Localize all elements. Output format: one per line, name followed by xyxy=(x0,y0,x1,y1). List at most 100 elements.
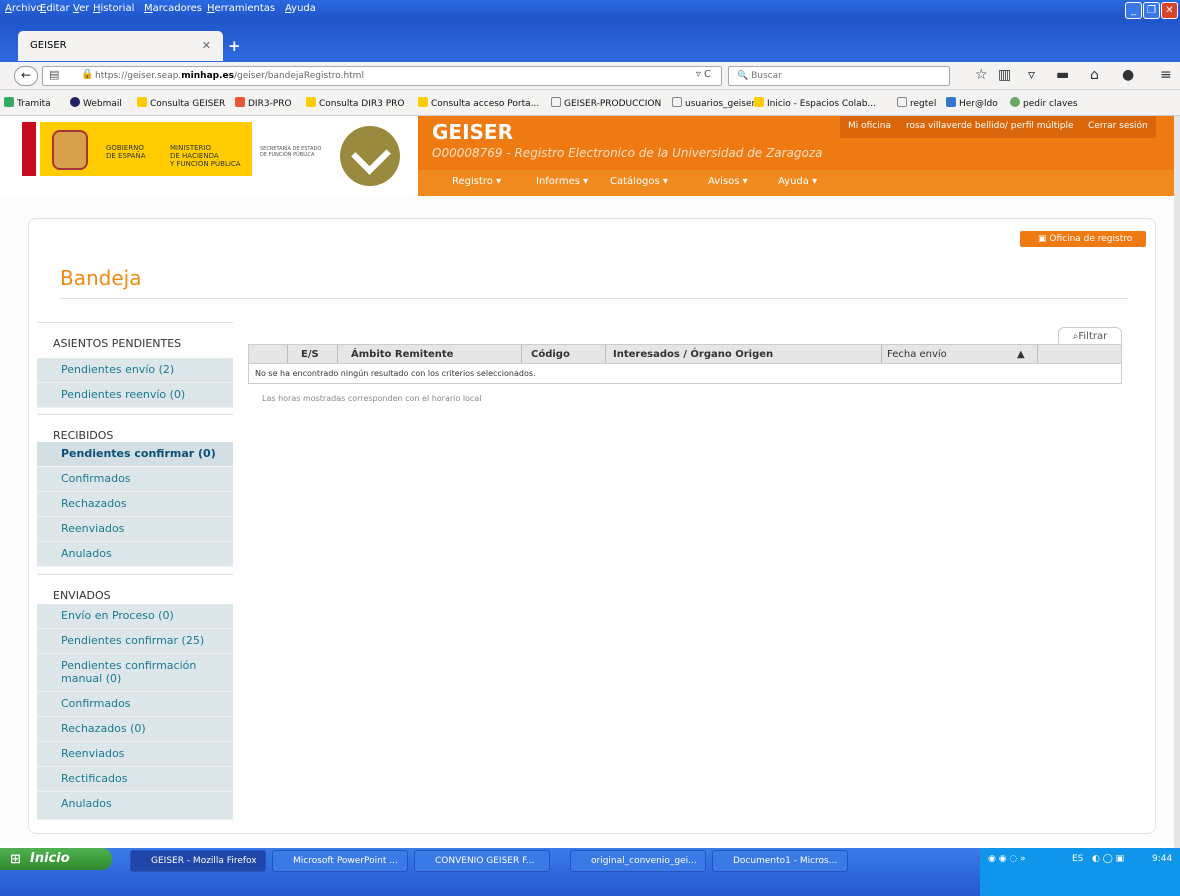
nav-catalogos[interactable]: Catálogos ▾ xyxy=(610,176,668,187)
bookmark-usuarios-geiser[interactable]: usuarios_geiser xyxy=(672,97,755,109)
clock[interactable]: 9:44 xyxy=(1152,854,1172,864)
back-icon[interactable]: ← xyxy=(14,66,38,86)
tray-app-icons[interactable]: ◉ ◉ ◌ » xyxy=(988,854,1026,864)
heraldo-icon xyxy=(946,97,956,107)
logout-button[interactable]: Cerrar sesión xyxy=(1080,116,1156,138)
sidebar-item-recibidos-anulados[interactable]: Anulados xyxy=(37,542,233,567)
bookmark-inicio-espacios[interactable]: Inicio - Espacios Colab... xyxy=(754,97,876,109)
bookmark-consulta-geiser[interactable]: Consulta GEISER xyxy=(137,97,225,109)
close-window-icon[interactable]: ✕ xyxy=(1161,2,1178,19)
bookmark-webmail[interactable]: Webmail xyxy=(70,97,122,109)
warning-icon xyxy=(235,97,245,107)
sidebar-item-recibidos-reenviados[interactable]: Reenviados xyxy=(37,517,233,542)
restore-icon[interactable]: ❐ xyxy=(1143,2,1160,19)
navigation-bar: ← ▤ 🔒 https://geiser.seap.minhap.es/geis… xyxy=(0,62,1180,90)
sidebar-item-enviados-reenviados[interactable]: Reenviados xyxy=(37,742,233,767)
page-info-icon[interactable]: ▤ xyxy=(49,68,59,81)
bookmark-consulta-acceso[interactable]: Consulta acceso Porta... xyxy=(418,97,539,109)
task-powerpoint[interactable]: Microsoft PowerPoint ... xyxy=(272,850,408,872)
search-placeholder: 🔍 Buscar xyxy=(737,71,782,81)
nav-registro[interactable]: Registro ▾ xyxy=(452,176,501,187)
title-divider xyxy=(60,298,1128,299)
download-icon[interactable]: ▬ xyxy=(1056,67,1069,83)
sidebar-item-recibidos-confirmados[interactable]: Confirmados xyxy=(37,467,233,492)
task-convenio[interactable]: CONVENIO GEISER F... xyxy=(414,850,550,872)
gov-icon xyxy=(137,97,147,107)
sidebar-item-envio-en-proceso[interactable]: Envío en Proceso (0) xyxy=(37,604,233,629)
new-tab-icon[interactable]: + xyxy=(228,37,241,55)
menu-marcadores[interactable]: Marcadores xyxy=(144,3,202,14)
sidebar-item-enviados-rechazados[interactable]: Rechazados (0) xyxy=(37,717,233,742)
nav-informes[interactable]: Informes ▾ xyxy=(536,176,588,187)
language-indicator[interactable]: ES xyxy=(1072,854,1083,864)
url-text: https://geiser.seap.minhap.es/geiser/ban… xyxy=(95,71,364,81)
sort-asc-icon[interactable]: ▲ xyxy=(1017,349,1025,360)
menu-historial[interactable]: Historial xyxy=(93,3,134,14)
reload-icon[interactable]: ▿ C xyxy=(696,69,711,80)
sidebar-item-enviados-anulados[interactable]: Anulados xyxy=(37,792,233,820)
chat-icon[interactable]: ● xyxy=(1122,67,1134,83)
library-icon[interactable]: ▥ xyxy=(998,67,1011,83)
windows-logo-icon: ⊞ xyxy=(10,852,21,867)
column-fecha-envio[interactable]: Fecha envío xyxy=(887,349,947,360)
start-button[interactable]: ⊞ Inicio xyxy=(0,848,112,870)
hamburger-menu-icon[interactable]: ≡ xyxy=(1160,67,1172,83)
pocket-icon[interactable]: ▿ xyxy=(1028,67,1035,83)
column-es[interactable]: E/S xyxy=(301,349,319,360)
browser-menubar: Archivo Editar Ver Historial Marcadores … xyxy=(0,0,1180,19)
page-title: Bandeja xyxy=(60,266,142,290)
bookmark-pedir-claves[interactable]: pedir claves xyxy=(1010,97,1078,109)
menu-ver[interactable]: Ver xyxy=(73,3,89,14)
filter-button[interactable]: ⌕Filtrar xyxy=(1058,327,1122,345)
column-interesados[interactable]: Interesados / Órgano Origen xyxy=(613,349,773,360)
task-original-convenio[interactable]: original_convenio_gei... xyxy=(570,850,706,872)
nav-ayuda[interactable]: Ayuda ▾ xyxy=(778,176,817,187)
sidebar-item-enviados-pendientes-confirmar[interactable]: Pendientes confirmar (25) xyxy=(37,629,233,654)
oficina-registro-button[interactable]: ▣ Oficina de registro xyxy=(1020,231,1146,247)
nav-avisos[interactable]: Avisos ▾ xyxy=(708,176,748,187)
menu-archivo[interactable]: Archivo xyxy=(5,3,42,14)
bookmark-consulta-dir3[interactable]: Consulta DIR3 PRO xyxy=(306,97,404,109)
task-firefox[interactable]: GEISER - Mozilla Firefox xyxy=(130,850,266,872)
sidebar-section-recibidos: RECIBIDOS xyxy=(37,414,233,444)
sidebar-section-asientos: ASIENTOS PENDIENTES xyxy=(37,322,233,352)
sidebar-item-pendientes-envio[interactable]: Pendientes envío (2) xyxy=(37,358,233,383)
tramita-icon xyxy=(4,97,14,107)
sidebar-item-pendientes-reenvio[interactable]: Pendientes reenvío (0) xyxy=(37,383,233,408)
tab-close-icon[interactable]: ✕ xyxy=(202,39,211,52)
column-codigo[interactable]: Código xyxy=(531,349,570,360)
browser-tab[interactable]: GEISER ✕ xyxy=(18,31,223,61)
sidebar-item-enviados-confirmados[interactable]: Confirmados xyxy=(37,692,233,717)
table-row: No se ha encontrado ningún resultado con… xyxy=(248,364,1122,384)
column-ambito-remitente[interactable]: Ámbito Remitente xyxy=(351,349,453,360)
sidebar-item-recibidos-rechazados[interactable]: Rechazados xyxy=(37,492,233,517)
bookmark-tramita[interactable]: Tramita xyxy=(4,97,51,109)
crest-icon xyxy=(52,130,88,170)
bookmark-dir3-pro[interactable]: DIR3-PRO xyxy=(235,97,292,109)
menu-editar[interactable]: Editar xyxy=(40,3,70,14)
key-icon xyxy=(1010,97,1020,107)
office-icon: ▣ xyxy=(1038,234,1050,244)
secretaria-logo: SECRETARÍA DE ESTADO DE FUNCIÓN PÚBLICA xyxy=(252,122,328,176)
url-bar[interactable]: ▤ 🔒 https://geiser.seap.minhap.es/geiser… xyxy=(42,66,722,86)
ministerio-text: MINISTERIO DE HACIENDA Y FUNCIÓN PÚBLICA xyxy=(170,144,241,168)
star-icon[interactable]: ☆ xyxy=(975,67,988,83)
search-input[interactable]: 🔍 Buscar xyxy=(728,66,950,86)
bookmark-regtel[interactable]: regtel xyxy=(897,97,936,109)
sidebar-item-recibidos-pendientes-confirmar[interactable]: Pendientes confirmar (0) xyxy=(37,442,233,467)
user-profile-link[interactable]: rosa villaverde bellido/ perfil múltiple xyxy=(898,116,1082,138)
task-documento1[interactable]: Documento1 - Micros... xyxy=(712,850,848,872)
page-scrollbar[interactable] xyxy=(1174,116,1180,848)
bookmark-geiser-produccion[interactable]: GEISER-PRODUCCION xyxy=(551,97,661,109)
main-nav: Registro ▾ Informes ▾ Catálogos ▾ Avisos… xyxy=(418,170,1180,196)
bookmark-heraldo[interactable]: Her@ldo xyxy=(946,97,998,109)
sidebar-item-pendientes-confirmacion-manual[interactable]: Pendientes confirmación manual (0) xyxy=(37,654,233,692)
home-icon[interactable]: ⌂ xyxy=(1090,67,1099,83)
sidebar-item-rectificados[interactable]: Rectificados xyxy=(37,767,233,792)
tray-network-icon[interactable]: ◐ ◯ ▣ xyxy=(1092,854,1124,864)
menu-ayuda[interactable]: Ayuda xyxy=(285,3,316,14)
mi-oficina-button[interactable]: Mi oficina xyxy=(840,116,899,138)
menu-herramientas[interactable]: Herramientas xyxy=(207,3,275,14)
minimize-icon[interactable]: _ xyxy=(1125,2,1142,19)
app-subtitle: O00008769 - Registro Electronico de la U… xyxy=(432,146,823,160)
